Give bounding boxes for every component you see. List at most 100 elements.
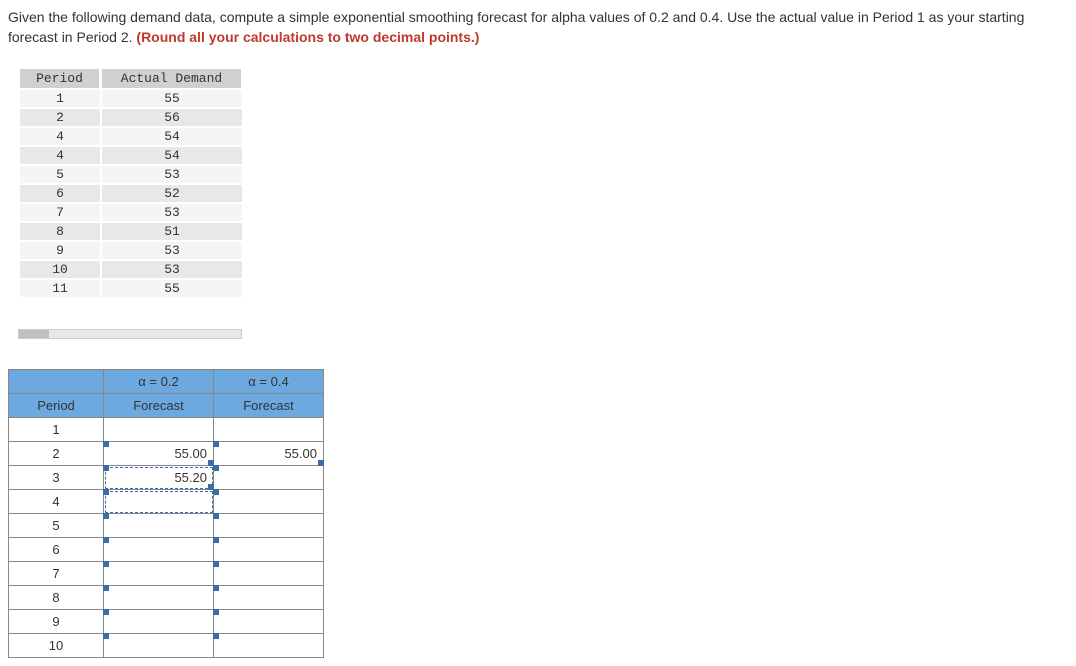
data-cell-demand: 54	[102, 128, 242, 145]
data-cell-demand: 52	[102, 185, 242, 202]
data-cell-demand: 53	[102, 166, 242, 183]
forecast-header-forecast1: Forecast	[104, 394, 214, 418]
forecast-cell-alpha02[interactable]	[104, 514, 214, 538]
forecast-cell-alpha04[interactable]	[214, 466, 324, 490]
data-cell-period: 2	[20, 109, 100, 126]
forecast-cell-alpha02[interactable]: 55.20	[104, 466, 214, 490]
cell-corner-icon	[103, 465, 109, 471]
cell-corner-icon	[213, 609, 219, 615]
data-row: 1155	[20, 280, 242, 297]
cell-corner-icon	[213, 489, 219, 495]
cell-corner-icon	[103, 585, 109, 591]
data-cell-period: 11	[20, 280, 100, 297]
forecast-row: 6	[9, 538, 324, 562]
forecast-cell-alpha04[interactable]	[214, 634, 324, 658]
data-row: 953	[20, 242, 242, 259]
forecast-cell-alpha02[interactable]	[104, 418, 214, 442]
forecast-header-alpha04: α = 0.4	[214, 370, 324, 394]
cell-corner-icon	[213, 537, 219, 543]
forecast-cell-alpha02[interactable]: 55.00	[104, 442, 214, 466]
data-cell-demand: 53	[102, 204, 242, 221]
data-cell-period: 4	[20, 128, 100, 145]
cell-corner-icon	[103, 537, 109, 543]
data-cell-demand: 54	[102, 147, 242, 164]
forecast-cell-alpha04[interactable]	[214, 610, 324, 634]
forecast-cell-period: 5	[9, 514, 104, 538]
forecast-cell-alpha02[interactable]	[104, 490, 214, 514]
data-row: 753	[20, 204, 242, 221]
forecast-header-period: Period	[9, 394, 104, 418]
data-header-demand: Actual Demand	[102, 69, 242, 88]
data-cell-period: 9	[20, 242, 100, 259]
forecast-cell-alpha02[interactable]	[104, 586, 214, 610]
data-cell-period: 10	[20, 261, 100, 278]
cell-corner-icon	[213, 561, 219, 567]
forecast-cell-period: 2	[9, 442, 104, 466]
forecast-header-forecast2: Forecast	[214, 394, 324, 418]
forecast-cell-alpha02[interactable]	[104, 634, 214, 658]
forecast-cell-period: 1	[9, 418, 104, 442]
data-cell-period: 1	[20, 90, 100, 107]
data-cell-period: 5	[20, 166, 100, 183]
data-row: 256	[20, 109, 242, 126]
forecast-cell-alpha02[interactable]	[104, 538, 214, 562]
data-row: 1053	[20, 261, 242, 278]
forecast-cell-period: 9	[9, 610, 104, 634]
forecast-cell-alpha04[interactable]	[214, 538, 324, 562]
forecast-cell-alpha04[interactable]	[214, 418, 324, 442]
forecast-row: 8	[9, 586, 324, 610]
data-row: 553	[20, 166, 242, 183]
data-cell-period: 6	[20, 185, 100, 202]
forecast-row: 355.20	[9, 466, 324, 490]
data-cell-period: 8	[20, 223, 100, 240]
data-cell-demand: 55	[102, 280, 242, 297]
forecast-cell-period: 6	[9, 538, 104, 562]
forecast-cell-alpha04[interactable]	[214, 490, 324, 514]
data-cell-demand: 51	[102, 223, 242, 240]
data-row: 155	[20, 90, 242, 107]
cell-corner-icon	[213, 441, 219, 447]
forecast-cell-alpha04[interactable]	[214, 562, 324, 586]
forecast-header-alpha02: α = 0.2	[104, 370, 214, 394]
forecast-row: 255.0055.00	[9, 442, 324, 466]
forecast-header-blank	[9, 370, 104, 394]
forecast-row: 4	[9, 490, 324, 514]
forecast-cell-period: 8	[9, 586, 104, 610]
question-part2-bold: (Round all your calculations to two deci…	[136, 29, 479, 45]
forecast-row: 5	[9, 514, 324, 538]
data-cell-demand: 53	[102, 261, 242, 278]
cell-corner-icon	[103, 513, 109, 519]
data-row: 652	[20, 185, 242, 202]
forecast-cell-period: 4	[9, 490, 104, 514]
data-cell-demand: 53	[102, 242, 242, 259]
forecast-row: 1	[9, 418, 324, 442]
forecast-table: α = 0.2 α = 0.4 Period Forecast Forecast…	[8, 369, 324, 658]
cell-corner-icon	[213, 465, 219, 471]
cell-corner-icon	[103, 561, 109, 567]
forecast-row: 7	[9, 562, 324, 586]
demand-data-table: Period Actual Demand 1552564544545536527…	[18, 67, 244, 299]
horizontal-scrollbar[interactable]	[18, 329, 242, 339]
forecast-cell-period: 7	[9, 562, 104, 586]
data-row: 851	[20, 223, 242, 240]
data-cell-period: 4	[20, 147, 100, 164]
cell-corner-icon	[213, 633, 219, 639]
forecast-cell-alpha02[interactable]	[104, 562, 214, 586]
data-header-period: Period	[20, 69, 100, 88]
cell-corner-icon	[103, 489, 109, 495]
forecast-cell-period: 3	[9, 466, 104, 490]
scrollbar-thumb[interactable]	[19, 330, 49, 338]
data-row: 454	[20, 128, 242, 145]
cell-corner-icon	[103, 441, 109, 447]
cell-corner-icon	[213, 585, 219, 591]
forecast-row: 9	[9, 610, 324, 634]
forecast-cell-alpha04[interactable]	[214, 514, 324, 538]
forecast-cell-period: 10	[9, 634, 104, 658]
data-cell-period: 7	[20, 204, 100, 221]
question-text: Given the following demand data, compute…	[8, 8, 1068, 47]
forecast-cell-alpha04[interactable]	[214, 586, 324, 610]
forecast-cell-alpha04[interactable]: 55.00	[214, 442, 324, 466]
forecast-cell-alpha02[interactable]	[104, 610, 214, 634]
data-cell-demand: 56	[102, 109, 242, 126]
data-cell-demand: 55	[102, 90, 242, 107]
